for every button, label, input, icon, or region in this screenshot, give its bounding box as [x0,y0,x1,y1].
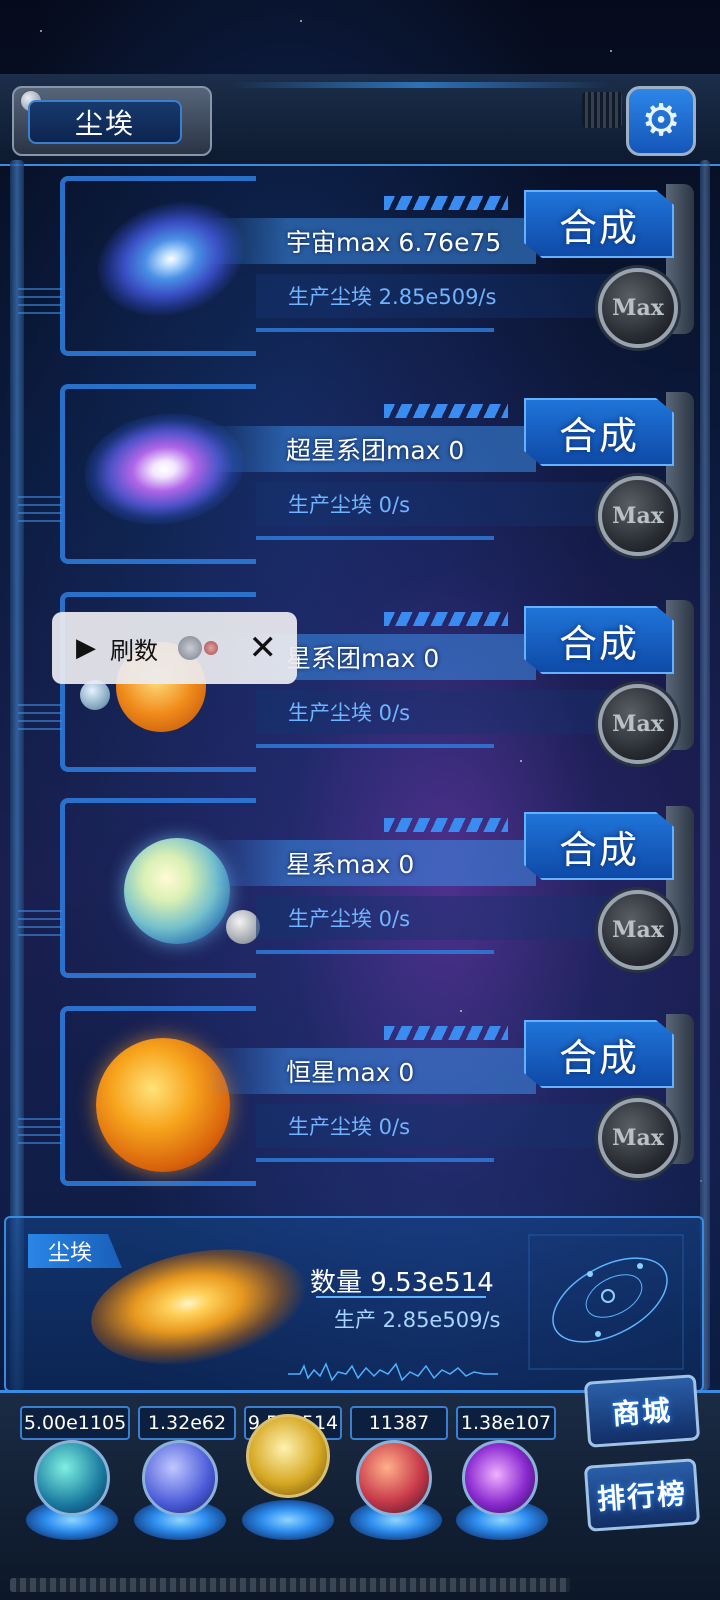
combine-button[interactable]: 合成 [524,812,674,880]
energy-icon[interactable] [142,1440,218,1516]
star-dot [40,30,42,32]
row-production: 生产尘埃 0/s [288,1115,411,1139]
vent-grill [582,92,622,128]
atom-icon[interactable] [34,1440,110,1516]
ad-overlay-chip[interactable]: ▶ 刷数 ✕ [52,612,297,684]
combine-label: 合成 [558,827,639,872]
orb-pedestal [242,1500,334,1540]
row-underline [256,536,494,540]
max-label: Max [612,917,664,943]
leaderboard-button[interactable]: 排行榜 [583,1458,701,1532]
star-dot [610,50,612,52]
row-underline [256,1158,494,1162]
dust-rate: 生产 2.85e509/s [334,1308,501,1332]
row-name-band: 星系max 0 [206,840,536,886]
combine-button[interactable]: 合成 [524,1020,674,1088]
production-row-star: 恒星max 0 生产尘埃 0/s 合成 Max [0,1006,720,1196]
production-row-universe: 宇宙max 6.76e75 生产尘埃 2.85e509/s 合成 Max [0,176,720,366]
moon-image [80,680,110,710]
bottom-strip-decoration [10,1578,570,1592]
max-button[interactable]: Max [598,268,678,348]
stripe-decoration [384,196,508,210]
max-button[interactable]: Max [598,684,678,764]
row-production-band: 生产尘埃 2.85e509/s [256,274,616,318]
ad-label: 刷数 [110,636,158,665]
max-label: Max [612,295,664,321]
stripe-decoration [384,818,508,832]
row-name: 恒星max 0 [286,1058,415,1087]
max-button[interactable]: Max [598,1098,678,1178]
combine-label: 合成 [558,205,639,250]
production-row-supercluster: 超星系团max 0 生产尘埃 0/s 合成 Max [0,384,720,574]
row-name-band: 超星系团max 0 [206,426,536,472]
page-title: 尘埃 [28,100,182,144]
production-row-galaxy: 星系max 0 生产尘埃 0/s 合成 Max [0,798,720,988]
row-underline [256,744,494,748]
row-name: 星系max 0 [286,850,415,879]
combine-button[interactable]: 合成 [524,190,674,258]
circuit-decoration [18,288,62,318]
row-production-band: 生产尘埃 0/s [256,690,616,734]
ad-decor-dot [178,636,202,660]
max-button[interactable]: Max [598,476,678,556]
max-label: Max [612,711,664,737]
max-label: Max [612,1125,664,1151]
close-icon[interactable]: ✕ [249,631,278,665]
play-icon[interactable]: ▶ [76,635,96,661]
circuit-decoration [18,496,62,526]
settings-button[interactable]: ⚙ [626,86,696,156]
resource-counter-brain: 11387 [350,1406,448,1440]
stripe-decoration [384,1026,508,1040]
row-production-band: 生产尘埃 0/s [256,1104,616,1148]
waveform-decoration [288,1362,498,1382]
circuit-decoration [18,1118,62,1148]
void-icon[interactable] [462,1440,538,1516]
brain-icon[interactable] [356,1440,432,1516]
row-name: 星系团max 0 [286,644,440,673]
combine-label: 合成 [558,413,639,458]
resource-counter-atom: 5.00e1105 [20,1406,130,1440]
row-production: 生产尘埃 0/s [288,907,411,931]
combine-label: 合成 [558,621,639,666]
orbit-diagram-decoration [528,1234,684,1370]
row-production-band: 生产尘埃 0/s [256,896,616,940]
row-underline [256,328,494,332]
dust-icon[interactable] [246,1414,330,1498]
row-production: 生产尘埃 2.85e509/s [288,285,497,309]
circuit-decoration [18,910,62,940]
resource-counter-energy: 1.32e62 [138,1406,236,1440]
dust-tag: 尘埃 [28,1234,122,1268]
row-name-band: 恒星max 0 [206,1048,536,1094]
combine-button[interactable]: 合成 [524,398,674,466]
stripe-decoration [384,404,508,418]
moon-image [226,910,260,944]
shop-button[interactable]: 商城 [583,1374,701,1448]
row-name-band: 宇宙max 6.76e75 [206,218,536,264]
max-button[interactable]: Max [598,890,678,970]
resource-counter-void: 1.38e107 [456,1406,556,1440]
row-name: 超星系团max 0 [286,436,465,465]
row-production: 生产尘埃 0/s [288,701,411,725]
combine-label: 合成 [558,1035,639,1080]
gear-icon: ⚙ [641,95,681,146]
row-underline [256,950,494,954]
circuit-decoration [18,704,62,734]
ad-decor-dot [204,641,218,655]
row-production: 生产尘埃 0/s [288,493,411,517]
dust-underline [316,1296,486,1298]
star-dot [300,20,302,22]
row-name: 宇宙max 6.76e75 [286,228,502,257]
row-production-band: 生产尘埃 0/s [256,482,616,526]
combine-button[interactable]: 合成 [524,606,674,674]
dust-count: 数量 9.53e514 [310,1268,494,1298]
stripe-decoration [384,612,508,626]
max-label: Max [612,503,664,529]
